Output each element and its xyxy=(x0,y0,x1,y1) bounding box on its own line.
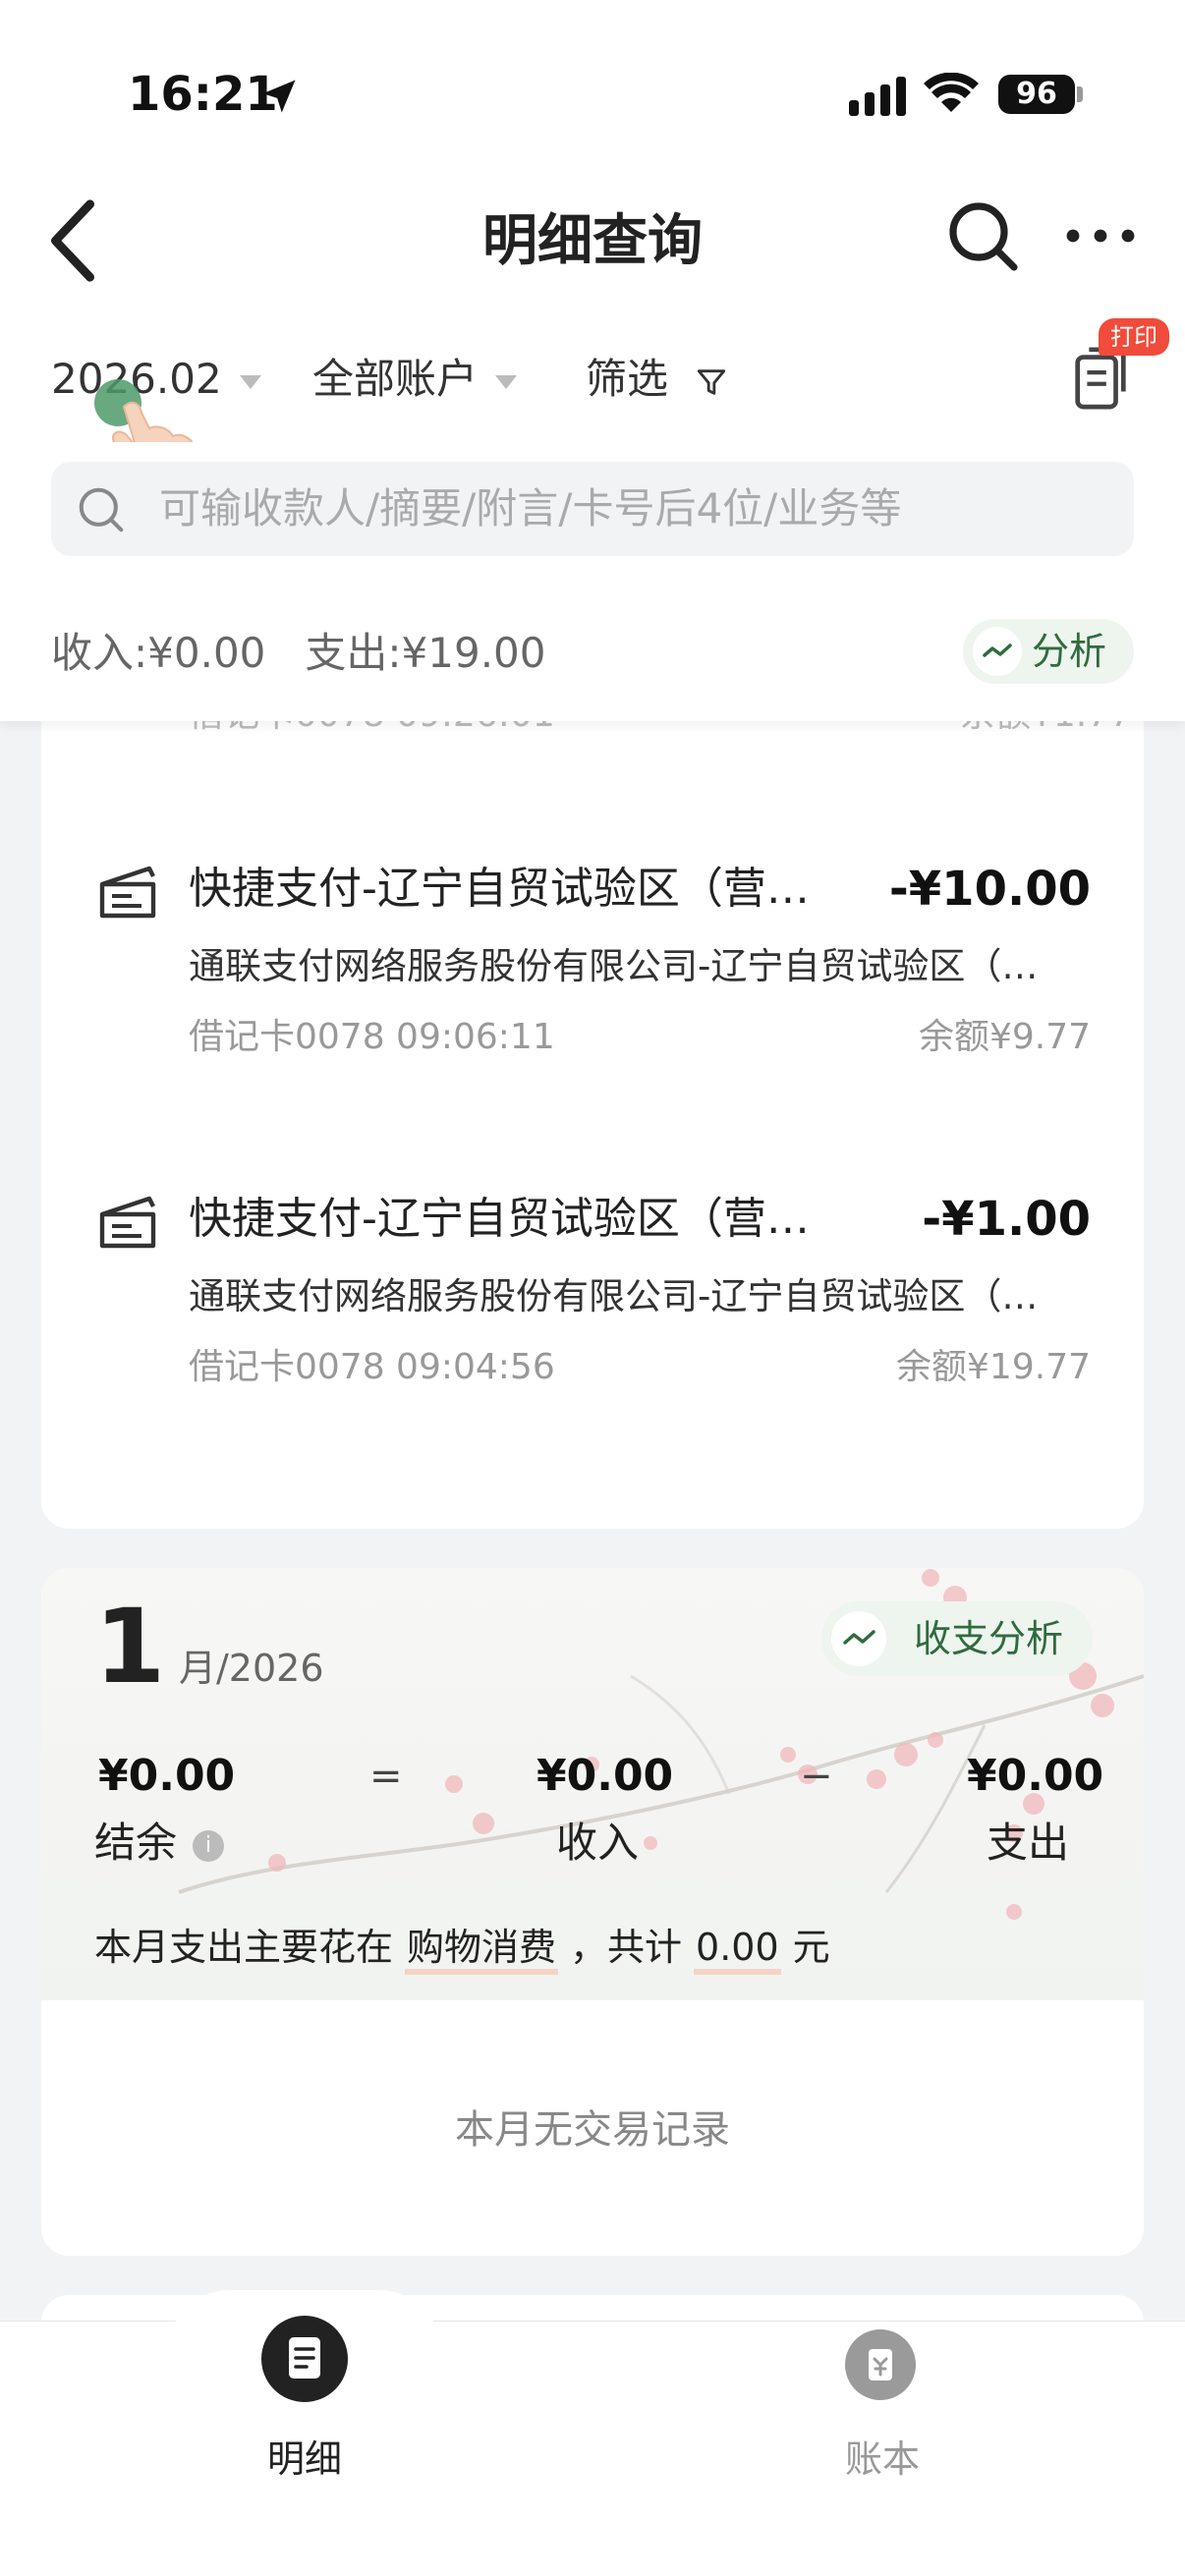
expense-total: 支出:¥19.00 xyxy=(305,629,546,677)
transaction-card-time: 借记卡0078 09:06:11 xyxy=(189,1017,555,1057)
filter-button[interactable]: 筛选 xyxy=(586,340,728,419)
funnel-icon xyxy=(698,368,726,395)
transaction-amount: -¥10.00 xyxy=(888,862,1091,917)
transaction-row[interactable]: 快捷支付-辽宁自贸试验区（营… -¥1.00 通联支付网络服务股份有限公司-辽宁… xyxy=(41,1185,1144,1421)
home-indicator xyxy=(393,2543,792,2554)
summary-bar: 收入:¥0.00 支出:¥19.00 分析 xyxy=(0,589,1185,721)
transaction-title: 快捷支付-辽宁自贸试验区（营… xyxy=(189,864,810,914)
search-icon[interactable] xyxy=(943,196,1022,275)
transaction-title: 快捷支付-辽宁自贸试验区（营… xyxy=(189,1194,810,1244)
filter-label: 筛选 xyxy=(586,355,669,403)
tab-ledger-label: 账本 xyxy=(844,2437,920,2481)
minus-sign: − xyxy=(800,1754,833,1799)
transaction-description: 通联支付网络服务股份有限公司-辽宁自贸试验区（… xyxy=(189,945,1039,987)
search-icon xyxy=(79,487,124,532)
more-icon[interactable] xyxy=(1061,206,1140,265)
income-value: ¥0.00 xyxy=(536,1751,674,1801)
income-total: 收入:¥0.00 xyxy=(51,629,266,677)
analysis-label: 分析 xyxy=(1032,630,1107,673)
nav-bar: 明细查询 xyxy=(0,167,1185,314)
status-time: 16:21 xyxy=(128,67,278,122)
receipt-icon xyxy=(99,866,156,919)
wifi-icon xyxy=(924,73,979,112)
filter-bar: 2026.02 全部账户 筛选 打印 xyxy=(0,314,1185,499)
search-area: 可输收款人/摘要/附言/卡号后4位/业务等 xyxy=(0,442,1185,589)
trend-icon xyxy=(831,1611,886,1666)
transaction-description: 通联支付网络服务股份有限公司-辽宁自贸试验区（… xyxy=(189,1275,1039,1317)
balance-value: ¥0.00 xyxy=(98,1751,236,1801)
search-input[interactable]: 可输收款人/摘要/附言/卡号后4位/业务等 xyxy=(51,462,1134,556)
month-number: 1 xyxy=(94,1587,166,1707)
balance-label: 结余 i xyxy=(94,1814,225,1873)
month-summary-card: 1 月/2026 收支分析 ¥0.00 结余 i = ¥0.00 收入 − ¥0.… xyxy=(41,1568,1144,2256)
income-expense-analysis-button[interactable]: 收支分析 xyxy=(821,1601,1093,1676)
tab-details[interactable]: 明细 xyxy=(157,2316,452,2498)
month-year-label: 月/2026 xyxy=(179,1647,324,1690)
location-arrow-icon xyxy=(262,80,296,113)
transaction-card-time: 借记卡0078 09:04:56 xyxy=(189,1347,555,1387)
balance-label-text: 结余 xyxy=(94,1819,178,1867)
analysis-button[interactable]: 分析 xyxy=(963,619,1134,684)
spend-category: 购物消费 xyxy=(405,1926,559,1975)
spend-prefix: 本月支出主要花在 xyxy=(94,1926,394,1969)
spending-insight: 本月支出主要花在 购物消费 ，共计 0.00 元 xyxy=(94,1918,830,1977)
search-placeholder: 可输收款人/摘要/附言/卡号后4位/业务等 xyxy=(159,484,902,532)
print-badge[interactable]: 打印 xyxy=(1099,318,1169,356)
transaction-amount: -¥1.00 xyxy=(922,1192,1091,1247)
transaction-list-card: 借记卡0078 09:26:01 余额¥1.77 快捷支付-辽宁自贸试验区（营…… xyxy=(41,678,1144,1529)
cellular-signal-icon xyxy=(849,77,906,116)
tab-details-label: 明细 xyxy=(266,2437,342,2481)
transaction-row[interactable]: 快捷支付-辽宁自贸试验区（营… -¥10.00 通联支付网络服务股份有限公司-辽… xyxy=(41,855,1144,1091)
tab-ledger[interactable]: 账本 xyxy=(735,2322,1030,2498)
spend-amount: 0.00 xyxy=(694,1926,781,1975)
caret-down-icon xyxy=(239,374,261,389)
empty-state-text: 本月无交易记录 xyxy=(455,2107,730,2153)
equals-sign: = xyxy=(369,1754,403,1799)
account-value: 全部账户 xyxy=(312,355,479,403)
receipt-icon xyxy=(99,1196,156,1249)
income-label: 收入 xyxy=(556,1819,640,1867)
battery-tip xyxy=(1077,86,1083,102)
info-icon[interactable]: i xyxy=(193,1829,225,1862)
transaction-balance: 余额¥19.77 xyxy=(896,1347,1091,1387)
account-selector[interactable]: 全部账户 xyxy=(312,340,518,419)
income-expense-analysis-label: 收支分析 xyxy=(914,1617,1064,1660)
trend-icon xyxy=(973,627,1022,676)
expense-value: ¥0.00 xyxy=(967,1751,1104,1801)
battery-level: 96 xyxy=(998,75,1075,114)
ledger-icon xyxy=(845,2329,916,2400)
transaction-balance: 余额¥9.77 xyxy=(918,1017,1091,1057)
spend-unit: 元 xyxy=(792,1926,830,1969)
document-icon xyxy=(261,2316,348,2402)
income-expense-summary: 收入:¥0.00 支出:¥19.00 xyxy=(51,619,586,688)
bottom-tab-bar: 明细 账本 xyxy=(0,2290,1185,2576)
spend-mid: ，共计 xyxy=(570,1926,683,1969)
expense-label: 支出 xyxy=(987,1819,1070,1867)
empty-state: 本月无交易记录 xyxy=(41,2002,1144,2256)
caret-down-icon xyxy=(495,374,518,389)
status-bar: 16:21 96 xyxy=(0,0,1185,167)
